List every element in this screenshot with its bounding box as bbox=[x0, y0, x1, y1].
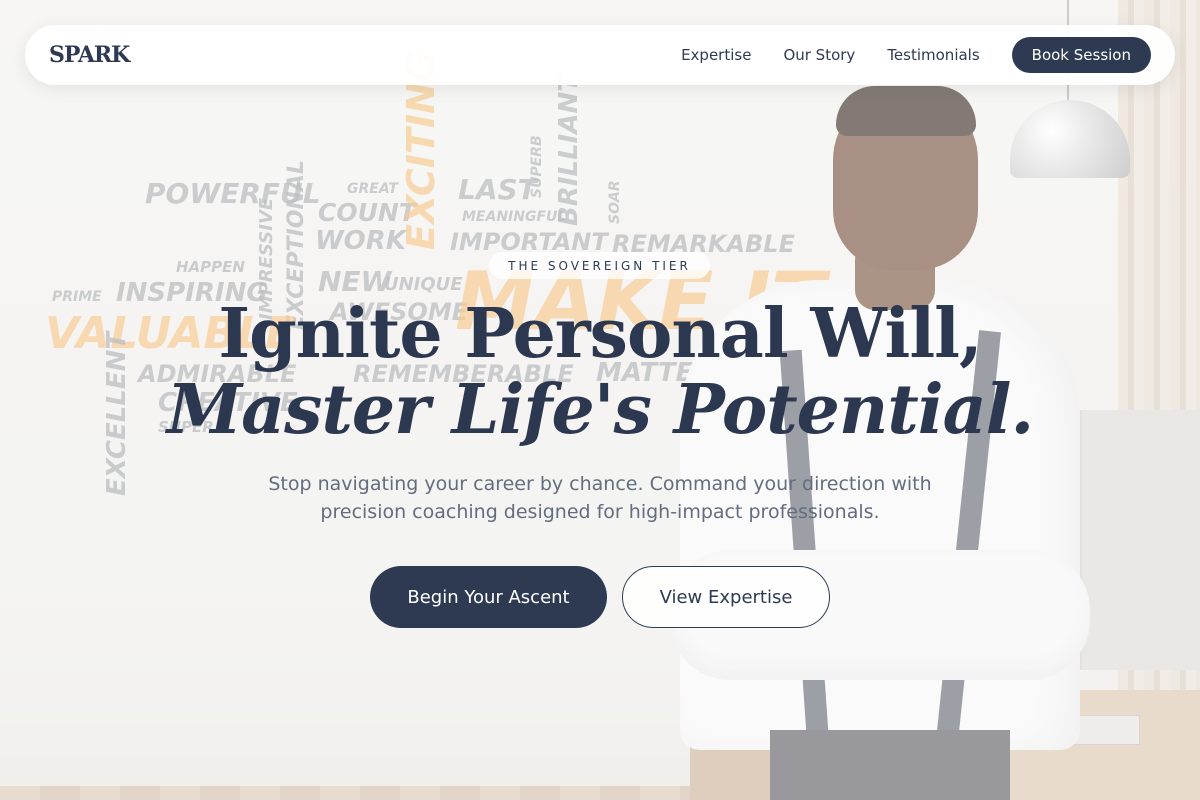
hero-headline-line1: Ignite Personal Will, bbox=[218, 294, 982, 374]
begin-your-ascent-button[interactable]: Begin Your Ascent bbox=[370, 566, 607, 628]
hero-headline-line2: Master Life's Potential. bbox=[166, 370, 1034, 450]
view-expertise-button[interactable]: View Expertise bbox=[622, 566, 830, 628]
hero-section: THE SOVEREIGN TIER Ignite Personal Will,… bbox=[0, 0, 1200, 800]
tier-badge: THE SOVEREIGN TIER bbox=[489, 252, 710, 279]
hero-subtitle: Stop navigating your career by chance. C… bbox=[268, 473, 932, 523]
